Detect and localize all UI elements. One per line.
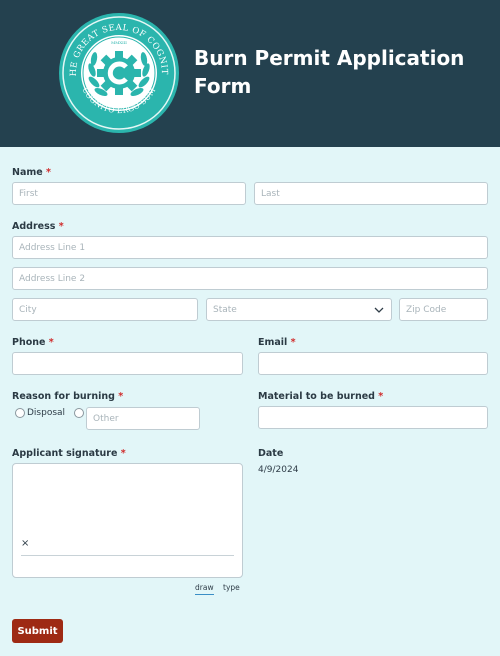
seal-small-text: MMXIII	[111, 40, 127, 45]
name-label: Name *	[12, 167, 51, 178]
address-label: Address *	[12, 221, 64, 232]
disposal-radio[interactable]	[15, 408, 25, 418]
required-mark: *	[58, 221, 64, 232]
required-mark: *	[290, 337, 296, 348]
signature-line	[21, 555, 234, 556]
signature-clear-mark: ×	[21, 538, 30, 549]
required-mark: *	[118, 391, 124, 402]
signature-pad[interactable]: ×	[12, 463, 243, 578]
first-name-input[interactable]	[12, 182, 246, 205]
required-mark: *	[120, 448, 126, 459]
phone-label: Phone *	[12, 337, 54, 348]
address-line2-input[interactable]	[12, 267, 488, 290]
phone-input[interactable]	[12, 352, 243, 375]
signature-tab-type[interactable]: type	[223, 583, 240, 592]
reason-label: Reason for burning *	[12, 391, 124, 402]
seal-logo: THE GREAT SEAL OF COGNITO COGNITO ERGO S…	[58, 12, 179, 133]
city-input[interactable]	[12, 298, 198, 321]
submit-button[interactable]: Submit	[12, 619, 63, 643]
disposal-radio-label[interactable]: Disposal	[27, 408, 65, 418]
state-select[interactable]: State	[206, 298, 392, 321]
email-label: Email *	[258, 337, 296, 348]
date-label: Date	[258, 448, 284, 459]
address-line1-input[interactable]	[12, 236, 488, 259]
state-select-placeholder: State	[213, 305, 237, 315]
zip-code-input[interactable]	[399, 298, 488, 321]
chevron-down-icon	[374, 307, 384, 313]
email-input[interactable]	[258, 352, 488, 375]
required-mark: *	[46, 167, 51, 178]
material-label: Material to be burned *	[258, 391, 384, 402]
signature-tab-draw[interactable]: draw	[195, 583, 214, 595]
signature-label: Applicant signature *	[12, 448, 126, 459]
material-input[interactable]	[258, 406, 488, 429]
required-mark: *	[378, 391, 384, 402]
header: THE GREAT SEAL OF COGNITO COGNITO ERGO S…	[0, 0, 500, 147]
date-value: 4/9/2024	[258, 465, 299, 475]
other-reason-input[interactable]	[86, 407, 200, 430]
page-title: Burn Permit Application Form	[194, 46, 465, 98]
required-mark: *	[48, 337, 54, 348]
last-name-input[interactable]	[254, 182, 488, 205]
other-radio[interactable]	[74, 408, 84, 418]
